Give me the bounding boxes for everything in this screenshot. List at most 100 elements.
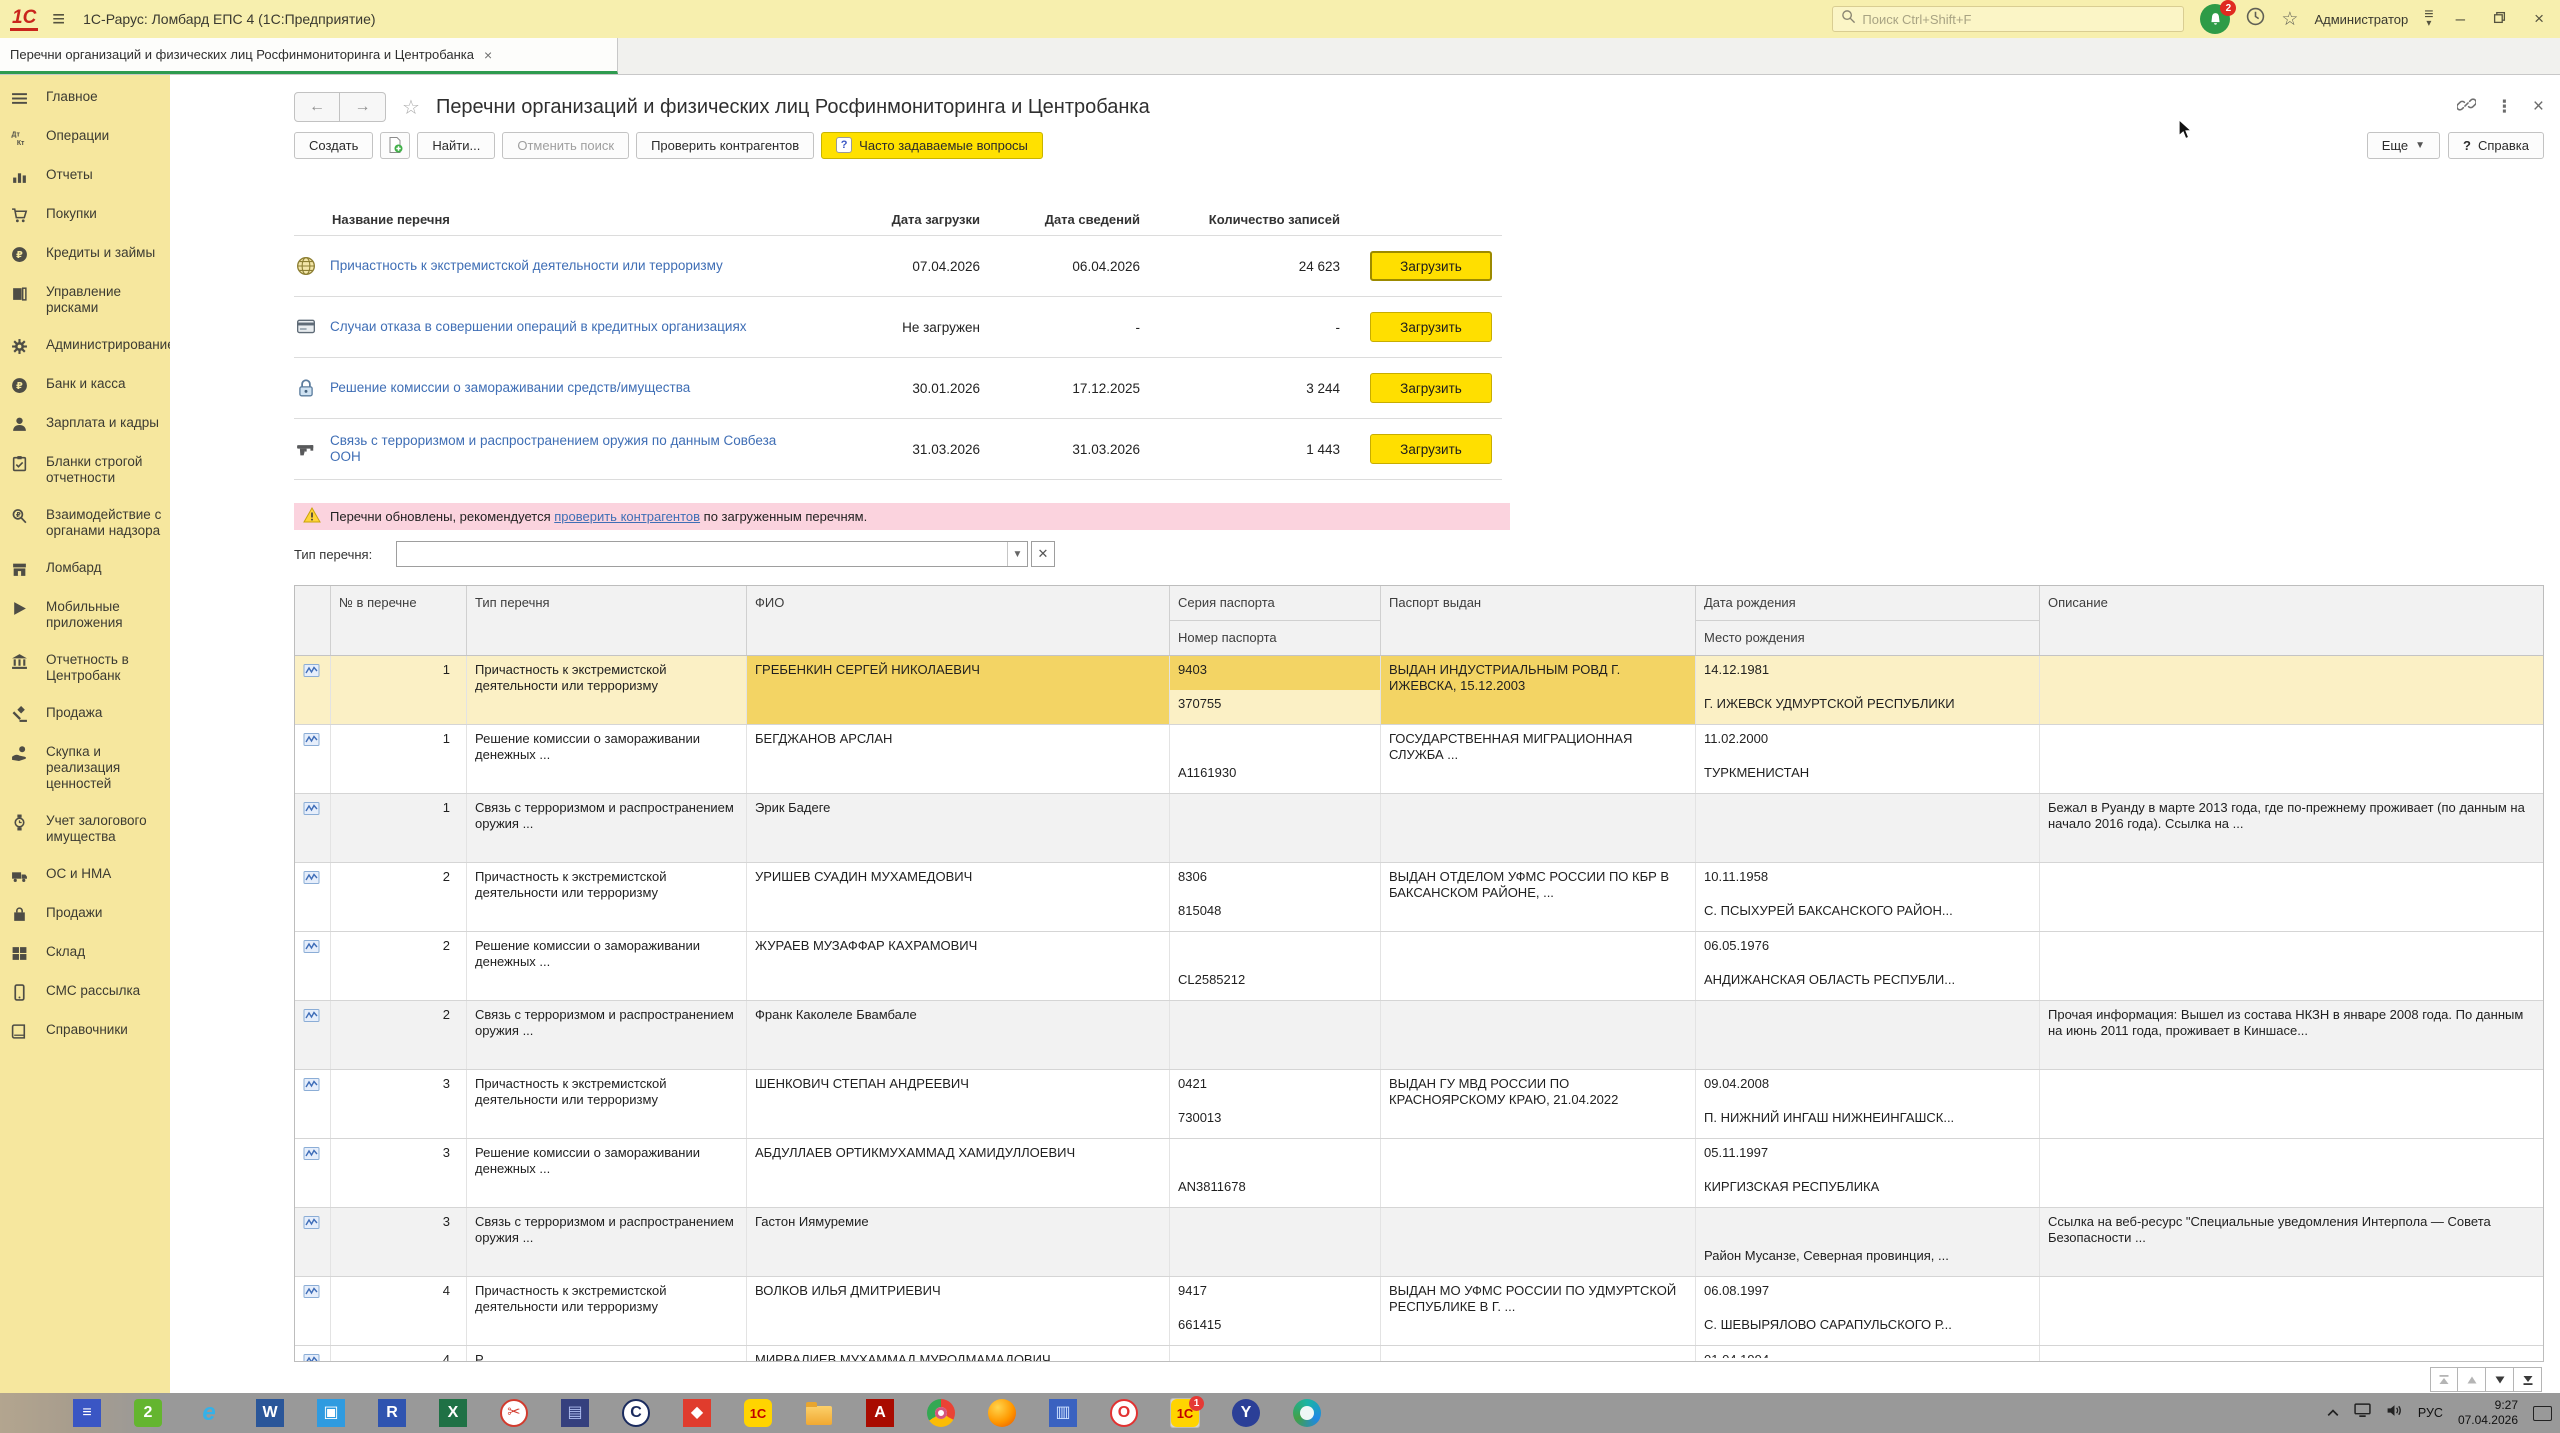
internet-explorer-icon[interactable]: e	[195, 1399, 223, 1427]
minimize-button[interactable]: –	[2450, 9, 2471, 29]
table-row[interactable]: 2Связь с терроризмом и распространением …	[295, 1001, 2543, 1070]
check-counterparties-button[interactable]: Проверить контрагентов	[636, 132, 814, 159]
clear-filter-button[interactable]: ✕	[1031, 541, 1055, 567]
tab-perechni[interactable]: Перечни организаций и физических лиц Рос…	[0, 38, 618, 74]
service-menu-icon[interactable]: ≡▾	[2424, 10, 2433, 28]
chrome-icon[interactable]	[927, 1399, 955, 1427]
volume-icon[interactable]	[2386, 1403, 2403, 1423]
faq-button[interactable]: ? Часто задаваемые вопросы	[821, 132, 1043, 159]
nav-back-button[interactable]: ←	[294, 92, 340, 122]
table-row[interactable]: 1Причастность к экстремистской деятельно…	[295, 656, 2543, 725]
sidebar-item[interactable]: Ломбард	[0, 560, 164, 578]
list-type-input[interactable]	[397, 542, 1007, 566]
sidebar-item[interactable]: ОС и НМА	[0, 866, 164, 884]
table-header[interactable]: № в перечне Тип перечня ФИО Серия паспор…	[295, 586, 2543, 656]
remote-desktop-icon[interactable]: ▥	[1049, 1399, 1077, 1427]
search-input[interactable]	[1862, 12, 2175, 27]
load-button[interactable]: Загрузить	[1370, 251, 1492, 281]
r-studio-icon[interactable]: R	[378, 1399, 406, 1427]
close-window-button[interactable]: ×	[2528, 9, 2550, 29]
load-button[interactable]: Загрузить	[1370, 312, 1492, 342]
keyboard-language[interactable]: РУС	[2418, 1406, 2443, 1420]
restore-button[interactable]	[2487, 9, 2512, 29]
sidebar-item[interactable]: Справочники	[0, 1022, 164, 1040]
archive-app-icon[interactable]: ≡	[73, 1399, 101, 1427]
sidebar-item[interactable]: СМС рассылка	[0, 983, 164, 1001]
nav-forward-button[interactable]: →	[340, 92, 386, 122]
sputnik-browser-icon[interactable]	[1293, 1399, 1321, 1427]
start-button[interactable]	[12, 1399, 40, 1427]
opera-icon[interactable]: O	[1110, 1399, 1138, 1427]
table-row[interactable]: 2Решение комиссии о замораживании денежн…	[295, 932, 2543, 1001]
sidebar-item[interactable]: Мобильные приложения	[0, 599, 164, 631]
go-last-button[interactable]	[2514, 1367, 2542, 1392]
compass-app-icon[interactable]: C	[622, 1399, 650, 1427]
sidebar-item[interactable]: Зарплата и кадры	[0, 415, 164, 433]
create-button[interactable]: Создать	[294, 132, 373, 159]
go-first-button[interactable]	[2430, 1367, 2458, 1392]
go-down-button[interactable]	[2486, 1367, 2514, 1392]
pc-suite-icon[interactable]: ▤	[561, 1399, 589, 1427]
word-icon[interactable]: W	[256, 1399, 284, 1427]
list-name-link[interactable]: Случаи отказа в совершении операций в кр…	[330, 319, 790, 335]
table-row[interactable]: 1Решение комиссии о замораживании денежн…	[295, 725, 2543, 794]
load-button[interactable]: Загрузить	[1370, 373, 1492, 403]
find-button[interactable]: Найти...	[417, 132, 495, 159]
check-counterparties-link[interactable]: проверить контрагентов	[554, 509, 700, 524]
tray-expand-icon[interactable]	[2327, 1404, 2339, 1422]
sidebar-item[interactable]: ₽Взаимодействие с органами надзора	[0, 507, 164, 539]
tab-close-icon[interactable]: ×	[484, 47, 492, 63]
list-name-link[interactable]: Связь с терроризмом и распространением о…	[330, 433, 790, 465]
list-name-link[interactable]: Причастность к экстремистской деятельнос…	[330, 258, 790, 274]
notifications-button[interactable]: 2	[2200, 4, 2230, 34]
1c-enterprise-icon[interactable]: 1С	[744, 1399, 772, 1427]
more-actions-icon[interactable]: ⋮	[2496, 97, 2513, 117]
current-user[interactable]: Администратор	[2314, 12, 2408, 27]
sidebar-item[interactable]: ДтКтОперации	[0, 128, 164, 146]
table-row[interactable]: 2Причастность к экстремистской деятельно…	[295, 863, 2543, 932]
load-button[interactable]: Загрузить	[1370, 434, 1492, 464]
favorites-star-icon[interactable]: ☆	[2281, 8, 2298, 31]
clock[interactable]: 9:27 07.04.2026	[2458, 1398, 2518, 1428]
sidebar-item[interactable]: Управление рисками	[0, 284, 164, 316]
sidebar-item[interactable]: Бланки строгой отчетности	[0, 454, 164, 486]
sidebar-item[interactable]: Склад	[0, 944, 164, 962]
help-button[interactable]: ?Справка	[2448, 132, 2544, 159]
sidebar-item[interactable]: Отчеты	[0, 167, 164, 185]
scissors-app-icon[interactable]: ✂	[500, 1399, 528, 1427]
sidebar-item[interactable]: Учет залогового имущества	[0, 813, 164, 845]
table-row[interactable]: 4Р...МИРВАЛИЕВ МУХАММАД МУРОДМАМАДОВИЧ01…	[295, 1346, 2543, 1362]
sidebar-item[interactable]: Скупка и реализация ценностей	[0, 744, 164, 792]
acrobat-reader-icon[interactable]: A	[866, 1399, 894, 1427]
go-up-button[interactable]	[2458, 1367, 2486, 1392]
firefox-icon[interactable]	[988, 1399, 1016, 1427]
excel-icon[interactable]: X	[439, 1399, 467, 1427]
table-row[interactable]: 3Причастность к экстремистской деятельно…	[295, 1070, 2543, 1139]
table-row[interactable]: 3Решение комиссии о замораживании денежн…	[295, 1139, 2543, 1208]
file-explorer-icon[interactable]	[805, 1399, 833, 1427]
sidebar-item[interactable]: Главное	[0, 89, 164, 107]
table-row[interactable]: 4Причастность к экстремистской деятельно…	[295, 1277, 2543, 1346]
1c-lombard-active-icon[interactable]: 1С1	[1171, 1399, 1199, 1427]
sidebar-item[interactable]: ₽Банк и касса	[0, 376, 164, 394]
network-icon[interactable]	[2354, 1403, 2371, 1423]
more-button[interactable]: Еще▼	[2367, 132, 2440, 159]
table-row[interactable]: 3Связь с терроризмом и распространением …	[295, 1208, 2543, 1277]
yandex-browser-icon[interactable]: Y	[1232, 1399, 1260, 1427]
global-search[interactable]	[1832, 6, 2184, 32]
get-link-icon[interactable]	[2457, 95, 2476, 119]
cancel-search-button[interactable]: Отменить поиск	[502, 132, 629, 159]
close-form-icon[interactable]: ×	[2533, 96, 2544, 118]
action-center-icon[interactable]	[2533, 1406, 2552, 1421]
sidebar-item[interactable]: Продажи	[0, 905, 164, 923]
sidebar-item[interactable]: ₽Кредиты и займы	[0, 245, 164, 263]
sidebar-item[interactable]: Отчетность в Центробанк	[0, 652, 164, 684]
combobox-dropdown-icon[interactable]: ▼	[1007, 542, 1027, 566]
history-icon[interactable]	[2246, 7, 2265, 31]
sidebar-item[interactable]: Продажа	[0, 705, 164, 723]
table-row[interactable]: 1Связь с терроризмом и распространением …	[295, 794, 2543, 863]
gis2-map-icon[interactable]: 2	[134, 1399, 162, 1427]
create-new-item-icon-button[interactable]	[380, 132, 410, 159]
add-favorite-star-icon[interactable]: ☆	[402, 95, 420, 120]
main-menu-icon[interactable]: ≡	[52, 8, 65, 30]
